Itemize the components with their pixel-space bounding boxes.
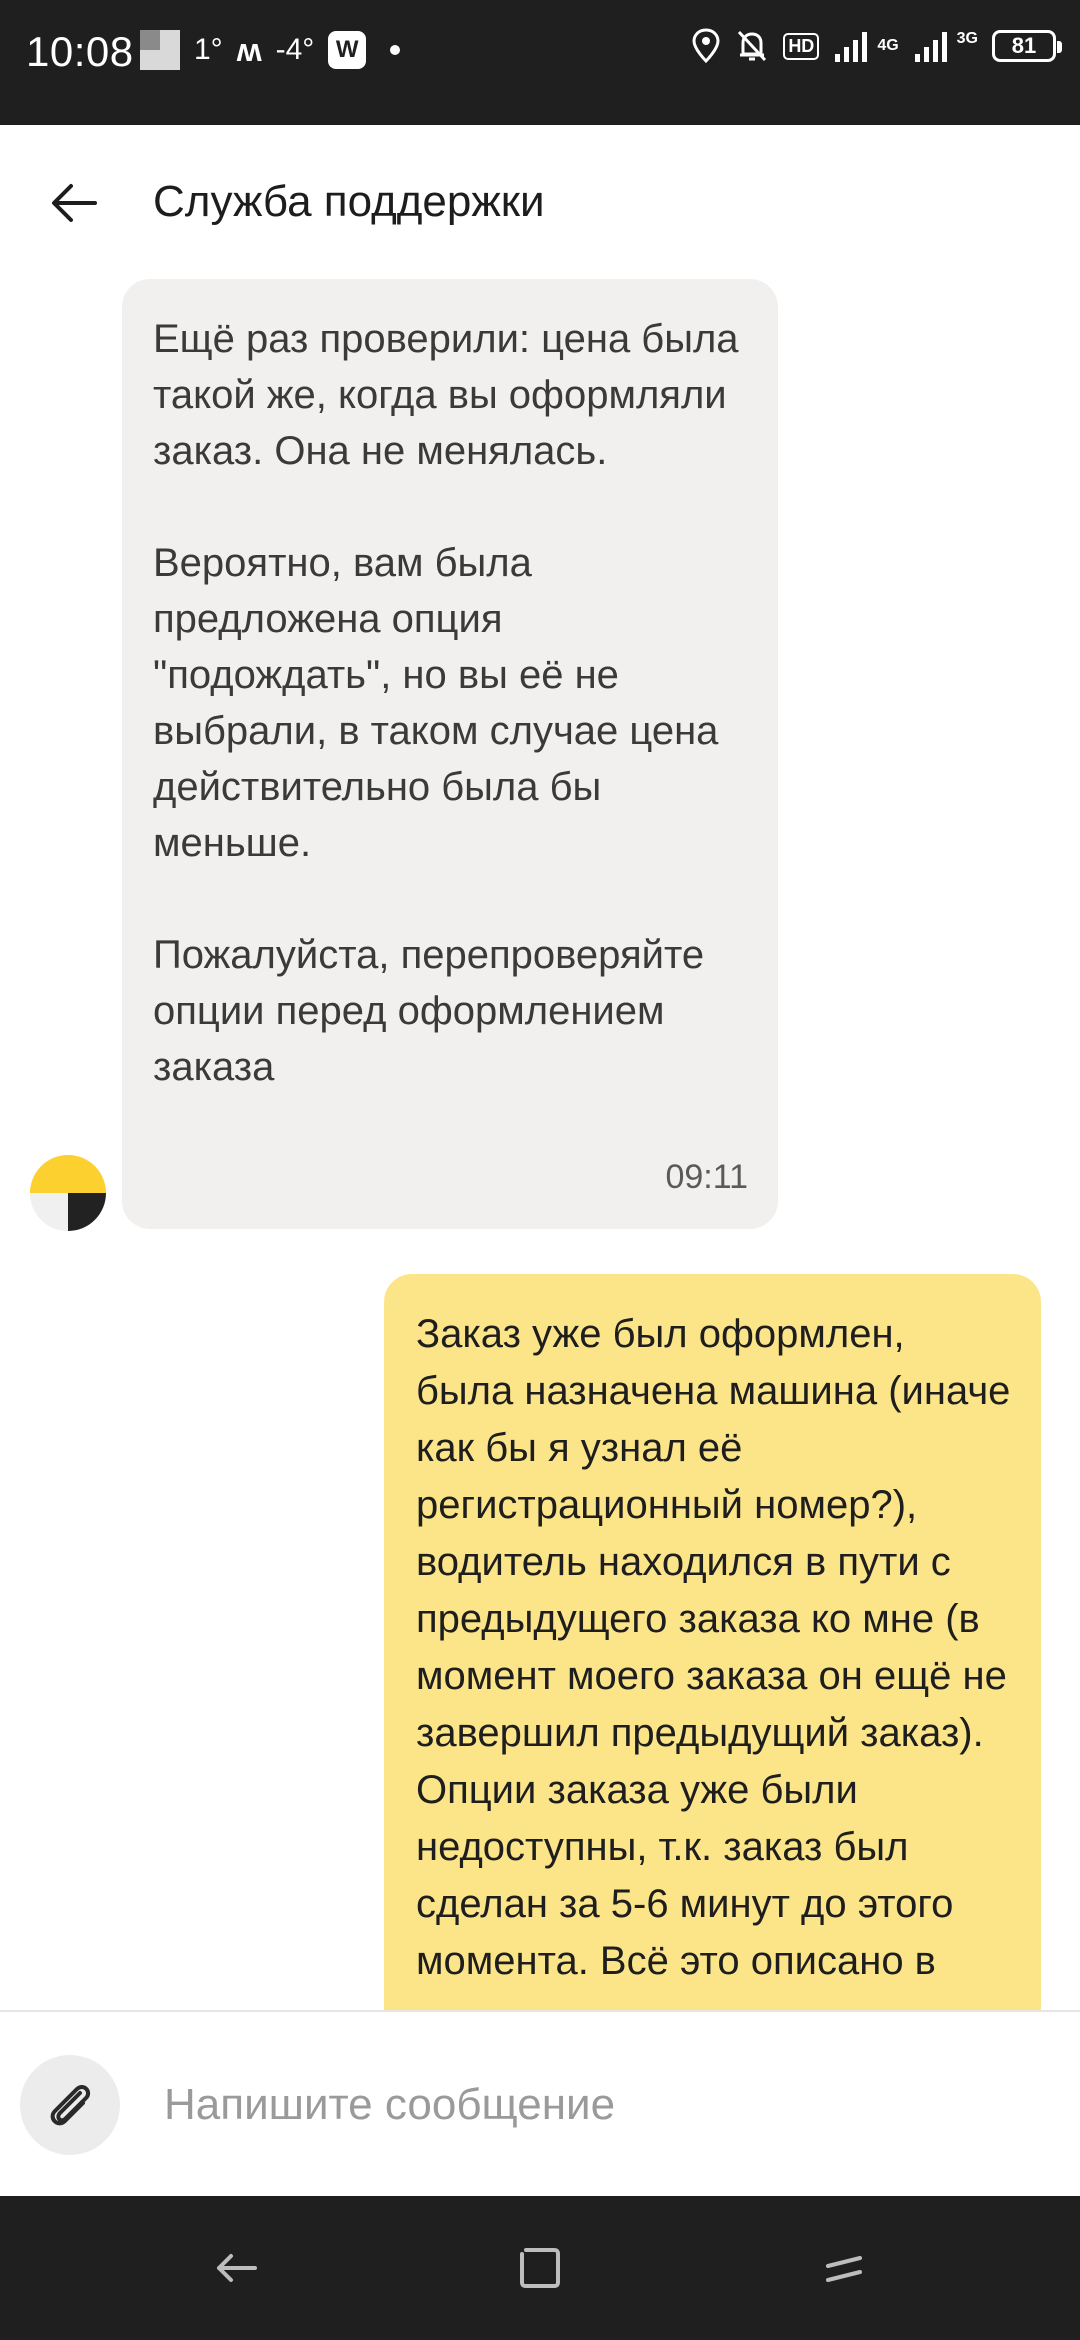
- nav-back-button[interactable]: [206, 2238, 266, 2298]
- signal-icon-1: [835, 32, 868, 62]
- chat-area[interactable]: Ещё раз проверили: цена была такой же, к…: [0, 275, 1080, 2010]
- temperature-1: 1°: [194, 33, 223, 66]
- nav-home-button[interactable]: [510, 2238, 570, 2298]
- back-button[interactable]: [44, 173, 104, 233]
- app-header: Служба поддержки: [0, 125, 1080, 275]
- nav-recents-button[interactable]: [814, 2238, 874, 2298]
- temperature-2: -4°: [275, 33, 315, 66]
- app-notification-icon: W: [328, 31, 367, 69]
- status-time: 10:08: [26, 28, 134, 75]
- attach-button[interactable]: [20, 2055, 120, 2155]
- hd-icon: HD: [783, 32, 820, 60]
- status-right-icons: HD 4G 3G 81: [691, 28, 1062, 64]
- network-type-1: 4G: [877, 37, 899, 54]
- message-paragraph: Пожалуйста, перепроверяйте опции перед о…: [153, 933, 705, 1089]
- page-title: Служба поддержки: [153, 177, 545, 226]
- signal-icon-2: [914, 32, 947, 62]
- arrow-left-icon: [52, 184, 97, 222]
- more-notifications-icon: [390, 45, 401, 55]
- weather-icon: ʍ: [236, 31, 262, 68]
- nav-recents-icon: [826, 2256, 862, 2282]
- status-bar: 10:08 1° ʍ -4° W HD 4G 3G 81: [0, 0, 1080, 125]
- message-paragraph: Ещё раз проверили: цена была такой же, к…: [153, 317, 739, 473]
- nav-back-icon: [217, 2254, 257, 2282]
- system-nav-bar: [0, 2196, 1080, 2340]
- outgoing-message: Заказ уже был оформлен, была назначена м…: [384, 1274, 1041, 2010]
- nav-home-icon: [520, 2248, 560, 2288]
- status-left-icons: 1° ʍ -4° W: [140, 30, 401, 70]
- location-icon: [692, 28, 720, 64]
- message-input[interactable]: [164, 2060, 1044, 2150]
- incoming-message: Ещё раз проверили: цена была такой же, к…: [122, 279, 778, 1229]
- battery-icon: 81: [992, 30, 1062, 62]
- mute-bell-icon: [738, 30, 767, 62]
- message-time: 09:11: [665, 1158, 748, 1196]
- paperclip-icon: [50, 2085, 91, 2126]
- network-type-2: 3G: [956, 30, 978, 47]
- message-paragraph: Вероятно, вам была предложена опция "под…: [153, 541, 719, 865]
- gallery-notification-icon: [140, 30, 180, 70]
- message-composer: [0, 2010, 1080, 2196]
- support-avatar: [30, 1155, 106, 1231]
